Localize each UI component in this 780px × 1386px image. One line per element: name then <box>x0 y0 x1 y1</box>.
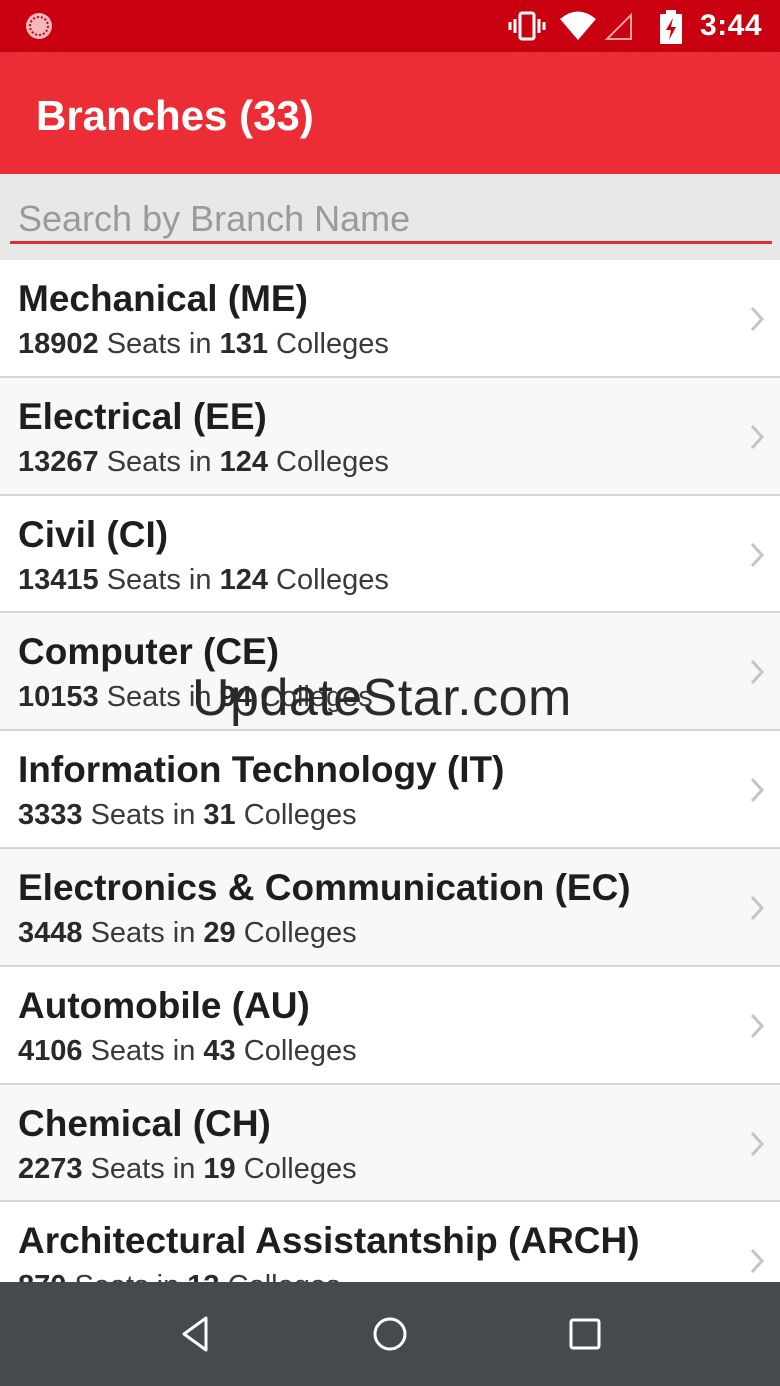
page-title: Branches (33) <box>36 92 314 139</box>
branch-info: 10153 Seats in 94 Colleges <box>18 681 373 714</box>
chevron-right-icon <box>750 542 765 567</box>
list-item[interactable]: Electrical (EE) 13267 Seats in 124 Colle… <box>0 377 780 496</box>
chevron-right-icon <box>750 1249 765 1274</box>
seat-count: 3448 <box>18 916 83 949</box>
college-count: 13 <box>187 1270 219 1282</box>
seat-count: 13267 <box>18 445 99 478</box>
seat-count: 10153 <box>18 681 99 714</box>
chevron-right-icon <box>750 895 765 920</box>
seat-count: 4106 <box>18 1034 83 1067</box>
list-item[interactable]: Information Technology (IT) 3333 Seats i… <box>0 731 780 849</box>
vibrate-icon <box>508 11 546 41</box>
branch-info: 870 Seats in 13 Colleges <box>18 1270 340 1282</box>
colleges-label: Colleges <box>267 563 389 596</box>
status-bar: 3:44 <box>0 0 780 52</box>
branch-name: Electrical (EE) <box>18 395 267 437</box>
college-count: 131 <box>219 328 268 360</box>
branch-info: 3333 Seats in 31 Colleges <box>18 799 357 832</box>
notification-icon <box>26 13 52 39</box>
seats-label: Seats in <box>98 328 220 360</box>
colleges-label: Colleges <box>235 799 357 832</box>
branch-list[interactable]: Mechanical (ME) 18902 Seats in 131 Colle… <box>0 260 780 1282</box>
branch-name: Chemical (CH) <box>18 1102 271 1144</box>
branch-name: Information Technology (IT) <box>18 749 505 791</box>
navigation-bar <box>0 1282 780 1386</box>
seat-count: 870 <box>18 1270 66 1282</box>
college-count: 31 <box>203 799 236 832</box>
list-item[interactable]: Automobile (AU) 4106 Seats in 43 College… <box>0 966 780 1085</box>
seats-label: Seats in <box>66 1270 187 1282</box>
branch-info: 3448 Seats in 29 Colleges <box>18 917 357 950</box>
seat-count: 13415 <box>18 563 99 596</box>
branch-info: 4106 Seats in 43 Colleges <box>18 1035 357 1068</box>
colleges-label: Colleges <box>220 1270 341 1282</box>
chevron-right-icon <box>750 306 765 332</box>
chevron-right-icon <box>750 1013 765 1038</box>
colleges-label: Colleges <box>235 916 357 949</box>
branch-name: Automobile (AU) <box>18 984 310 1026</box>
colleges-label: Colleges <box>235 1152 357 1185</box>
list-item[interactable]: Chemical (CH) 2273 Seats in 19 Colleges <box>0 1084 780 1203</box>
list-item[interactable]: Civil (CI) 13415 Seats in 124 Colleges <box>0 495 780 614</box>
seats-label: Seats in <box>82 916 204 949</box>
seats-label: Seats in <box>82 1152 204 1185</box>
chevron-right-icon <box>750 424 765 449</box>
chevron-right-icon <box>750 778 765 803</box>
branch-info: 13415 Seats in 124 Colleges <box>18 564 389 597</box>
colleges-label: Colleges <box>235 1034 357 1067</box>
branch-name: Civil (CI) <box>18 513 169 555</box>
branch-name: Mechanical (ME) <box>18 278 308 319</box>
battery-charging-icon <box>660 10 682 44</box>
college-count: 124 <box>219 563 268 596</box>
seats-label: Seats in <box>98 681 220 714</box>
colleges-label: Colleges <box>267 445 389 478</box>
list-item[interactable]: Architectural Assistantship (ARCH) 870 S… <box>0 1202 780 1282</box>
seats-label: Seats in <box>98 563 220 596</box>
seats-label: Seats in <box>82 799 204 832</box>
list-item[interactable]: Computer (CE) 10153 Seats in 94 Colleges <box>0 613 780 732</box>
seat-count: 3333 <box>18 799 83 832</box>
colleges-label: Colleges <box>251 681 373 714</box>
list-item[interactable]: Electronics & Communication (EC) 3448 Se… <box>0 848 780 967</box>
branch-info: 18902 Seats in 131 Colleges <box>18 328 389 361</box>
recents-icon[interactable] <box>561 1310 609 1358</box>
college-count: 43 <box>203 1034 236 1067</box>
chevron-right-icon <box>750 1131 765 1156</box>
branch-info: 2273 Seats in 19 Colleges <box>18 1153 357 1186</box>
seat-count: 18902 <box>18 328 99 360</box>
list-item[interactable]: Mechanical (ME) 18902 Seats in 131 Colle… <box>0 260 780 378</box>
college-count: 19 <box>203 1152 236 1185</box>
status-clock: 3:44 <box>700 9 763 42</box>
signal-icon <box>604 12 632 40</box>
branch-name: Electronics & Communication (EC) <box>18 866 631 908</box>
branch-name: Architectural Assistantship (ARCH) <box>18 1220 640 1262</box>
chevron-right-icon <box>750 660 765 685</box>
wifi-icon <box>560 11 596 40</box>
college-count: 124 <box>219 445 268 478</box>
seats-label: Seats in <box>98 445 220 478</box>
colleges-label: Colleges <box>267 328 389 360</box>
app-bar: Branches (33) <box>0 52 780 174</box>
search-area <box>0 174 780 260</box>
home-icon[interactable] <box>366 1310 414 1358</box>
branch-info: 13267 Seats in 124 Colleges <box>18 446 389 479</box>
college-count: 94 <box>219 681 252 714</box>
branch-name: Computer (CE) <box>18 631 280 673</box>
search-input[interactable] <box>10 196 772 244</box>
seat-count: 2273 <box>18 1152 83 1185</box>
seats-label: Seats in <box>82 1034 204 1067</box>
college-count: 29 <box>203 916 236 949</box>
back-icon[interactable] <box>172 1310 220 1358</box>
